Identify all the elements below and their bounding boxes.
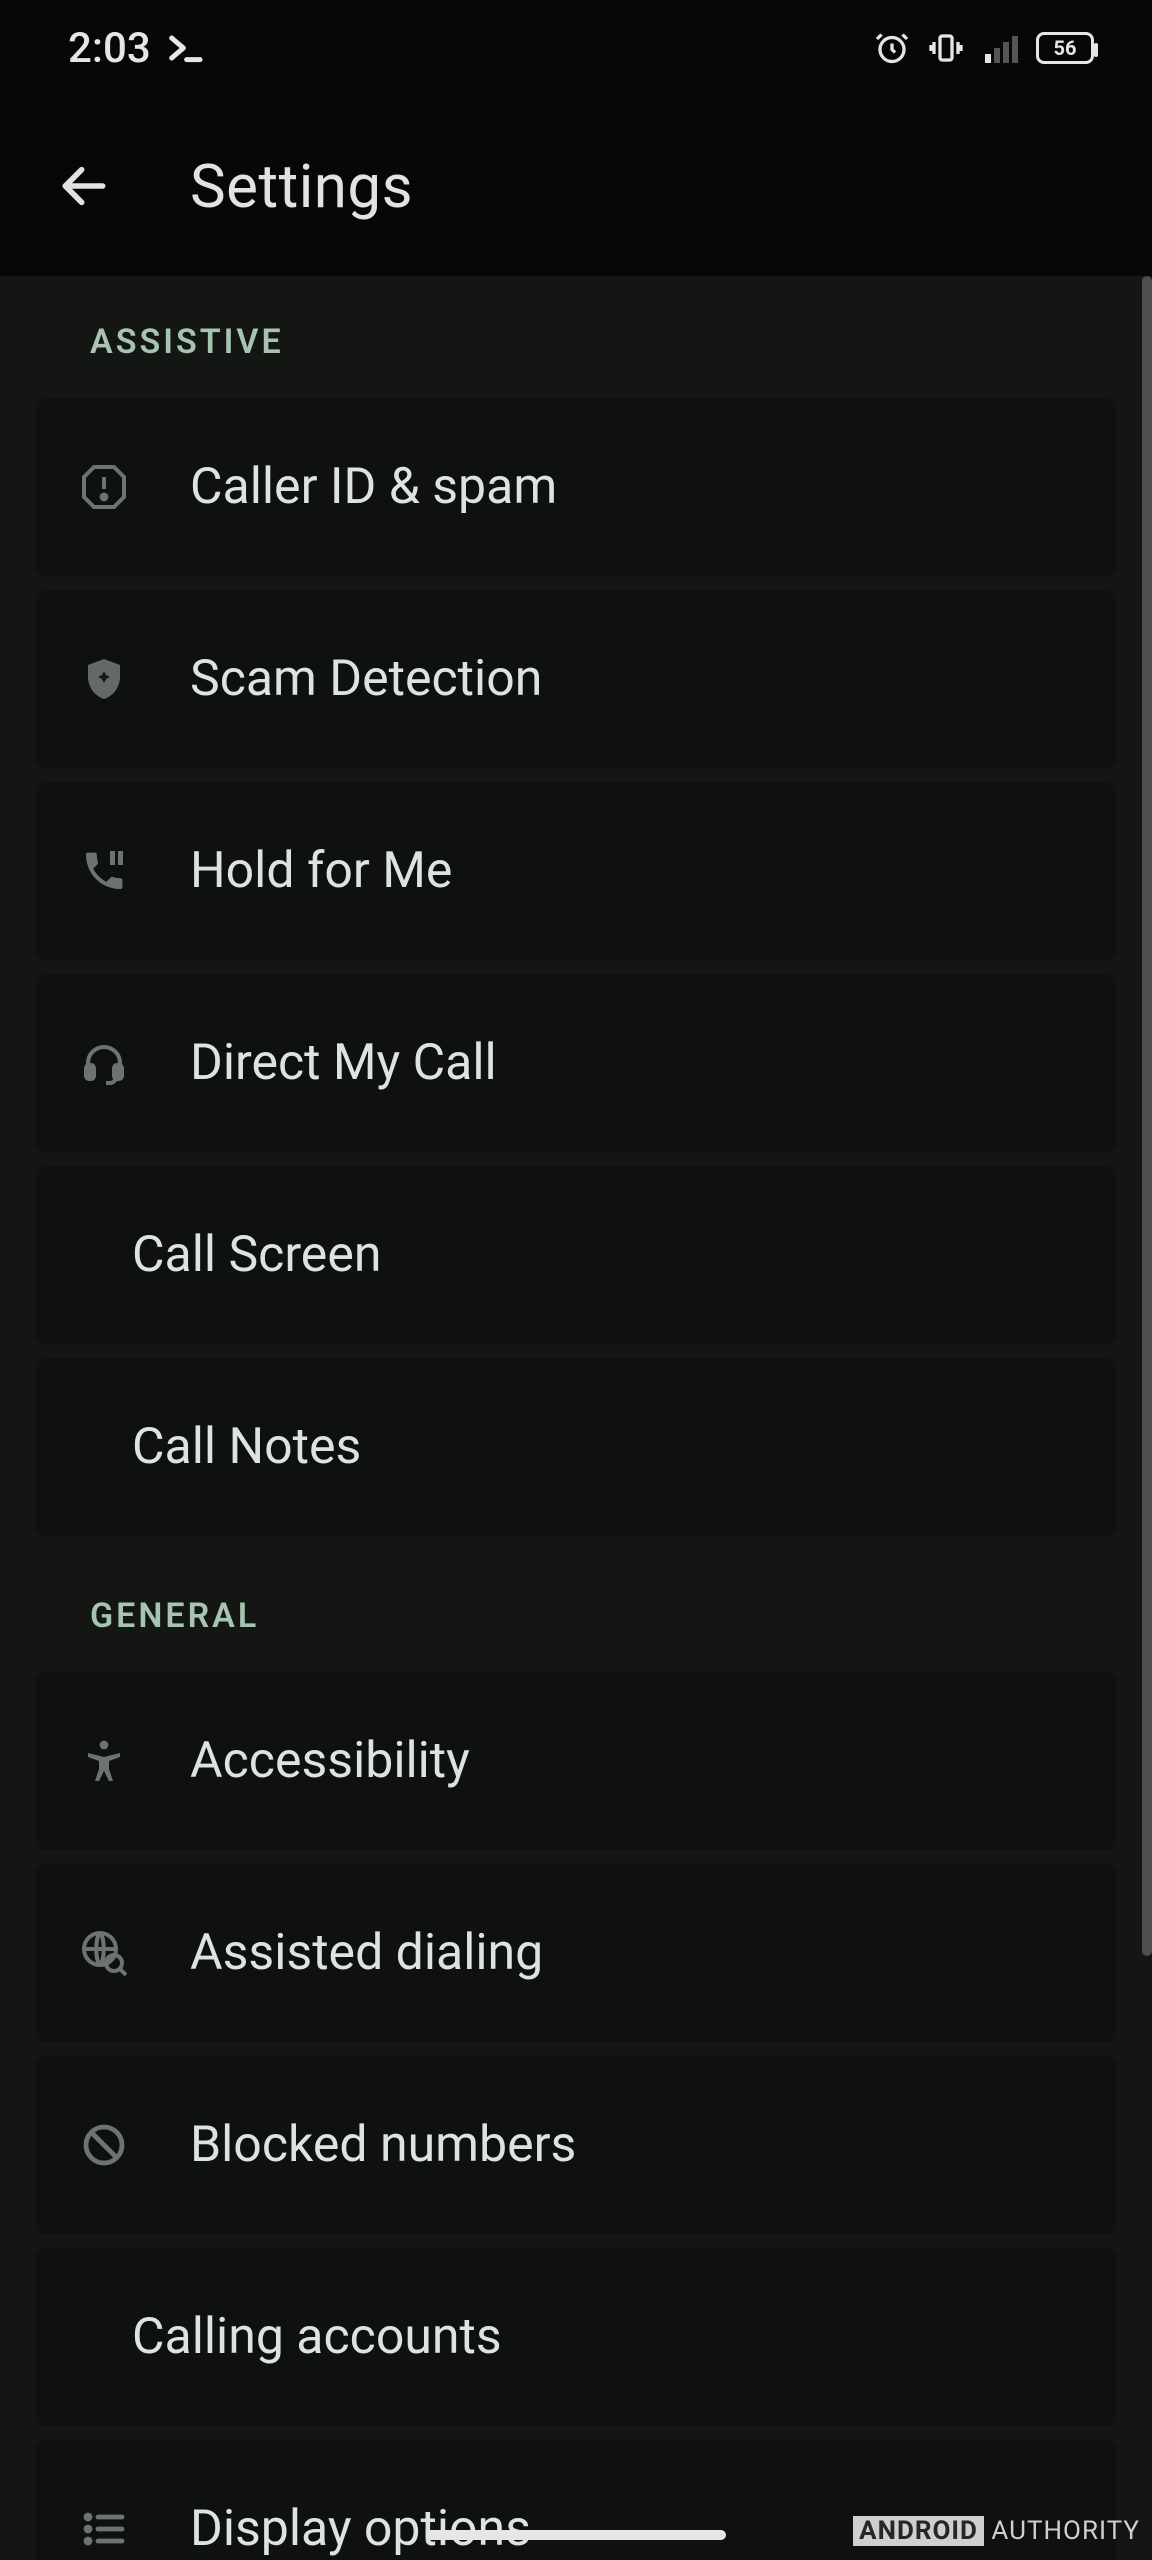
headset-icon bbox=[76, 1035, 132, 1091]
alert-octagon-icon bbox=[76, 459, 132, 515]
signal-icon bbox=[982, 30, 1018, 66]
battery-icon: 56 bbox=[1036, 32, 1094, 64]
item-label: Calling accounts bbox=[132, 2308, 502, 2366]
item-calling-accounts[interactable]: Calling accounts bbox=[36, 2248, 1116, 2426]
item-blocked-numbers[interactable]: Blocked numbers bbox=[36, 2056, 1116, 2234]
item-label: Scam Detection bbox=[190, 650, 542, 708]
item-call-notes[interactable]: Call Notes bbox=[36, 1358, 1116, 1536]
watermark-boxed: ANDROID bbox=[853, 2516, 984, 2546]
globe-search-icon bbox=[76, 1925, 132, 1981]
settings-content: ASSISTIVE Caller ID & spam Scam Detectio… bbox=[0, 276, 1152, 2560]
phone-pause-icon bbox=[76, 843, 132, 899]
item-label: Accessibility bbox=[190, 1732, 470, 1790]
item-call-screen[interactable]: Call Screen bbox=[36, 1166, 1116, 1344]
section-header-assistive: ASSISTIVE bbox=[36, 276, 1116, 398]
watermark-rest: AUTHORITY bbox=[984, 2516, 1140, 2546]
item-assisted-dialing[interactable]: Assisted dialing bbox=[36, 1864, 1116, 2042]
page-title: Settings bbox=[190, 151, 413, 222]
item-caller-id-spam[interactable]: Caller ID & spam bbox=[36, 398, 1116, 576]
back-button[interactable] bbox=[48, 150, 120, 222]
scrollbar[interactable] bbox=[1142, 276, 1152, 1956]
app-bar: Settings bbox=[0, 96, 1152, 276]
shield-sparkle-icon bbox=[76, 651, 132, 707]
alarm-icon bbox=[874, 30, 910, 66]
status-time: 2:03 bbox=[68, 24, 151, 73]
section-header-general: GENERAL bbox=[36, 1550, 1116, 1672]
list-icon bbox=[76, 2501, 132, 2557]
terminal-icon bbox=[165, 28, 205, 68]
accessibility-icon bbox=[76, 1733, 132, 1789]
item-label: Assisted dialing bbox=[190, 1924, 543, 1982]
item-label: Direct My Call bbox=[190, 1034, 497, 1092]
item-label: Caller ID & spam bbox=[190, 458, 557, 516]
arrow-left-icon bbox=[56, 158, 112, 214]
item-accessibility[interactable]: Accessibility bbox=[36, 1672, 1116, 1850]
item-label: Call Notes bbox=[132, 1418, 361, 1476]
status-bar: 2:03 56 bbox=[0, 0, 1152, 96]
item-label: Display options bbox=[190, 2500, 531, 2558]
item-direct-my-call[interactable]: Direct My Call bbox=[36, 974, 1116, 1152]
item-scam-detection[interactable]: Scam Detection bbox=[36, 590, 1116, 768]
block-icon bbox=[76, 2117, 132, 2173]
item-label: Blocked numbers bbox=[190, 2116, 576, 2174]
item-label: Hold for Me bbox=[190, 842, 452, 900]
nav-handle[interactable] bbox=[426, 2530, 726, 2540]
battery-level: 56 bbox=[1054, 36, 1077, 60]
item-hold-for-me[interactable]: Hold for Me bbox=[36, 782, 1116, 960]
vibrate-icon bbox=[928, 30, 964, 66]
item-label: Call Screen bbox=[132, 1226, 381, 1284]
watermark: ANDROID AUTHORITY bbox=[853, 2516, 1140, 2546]
